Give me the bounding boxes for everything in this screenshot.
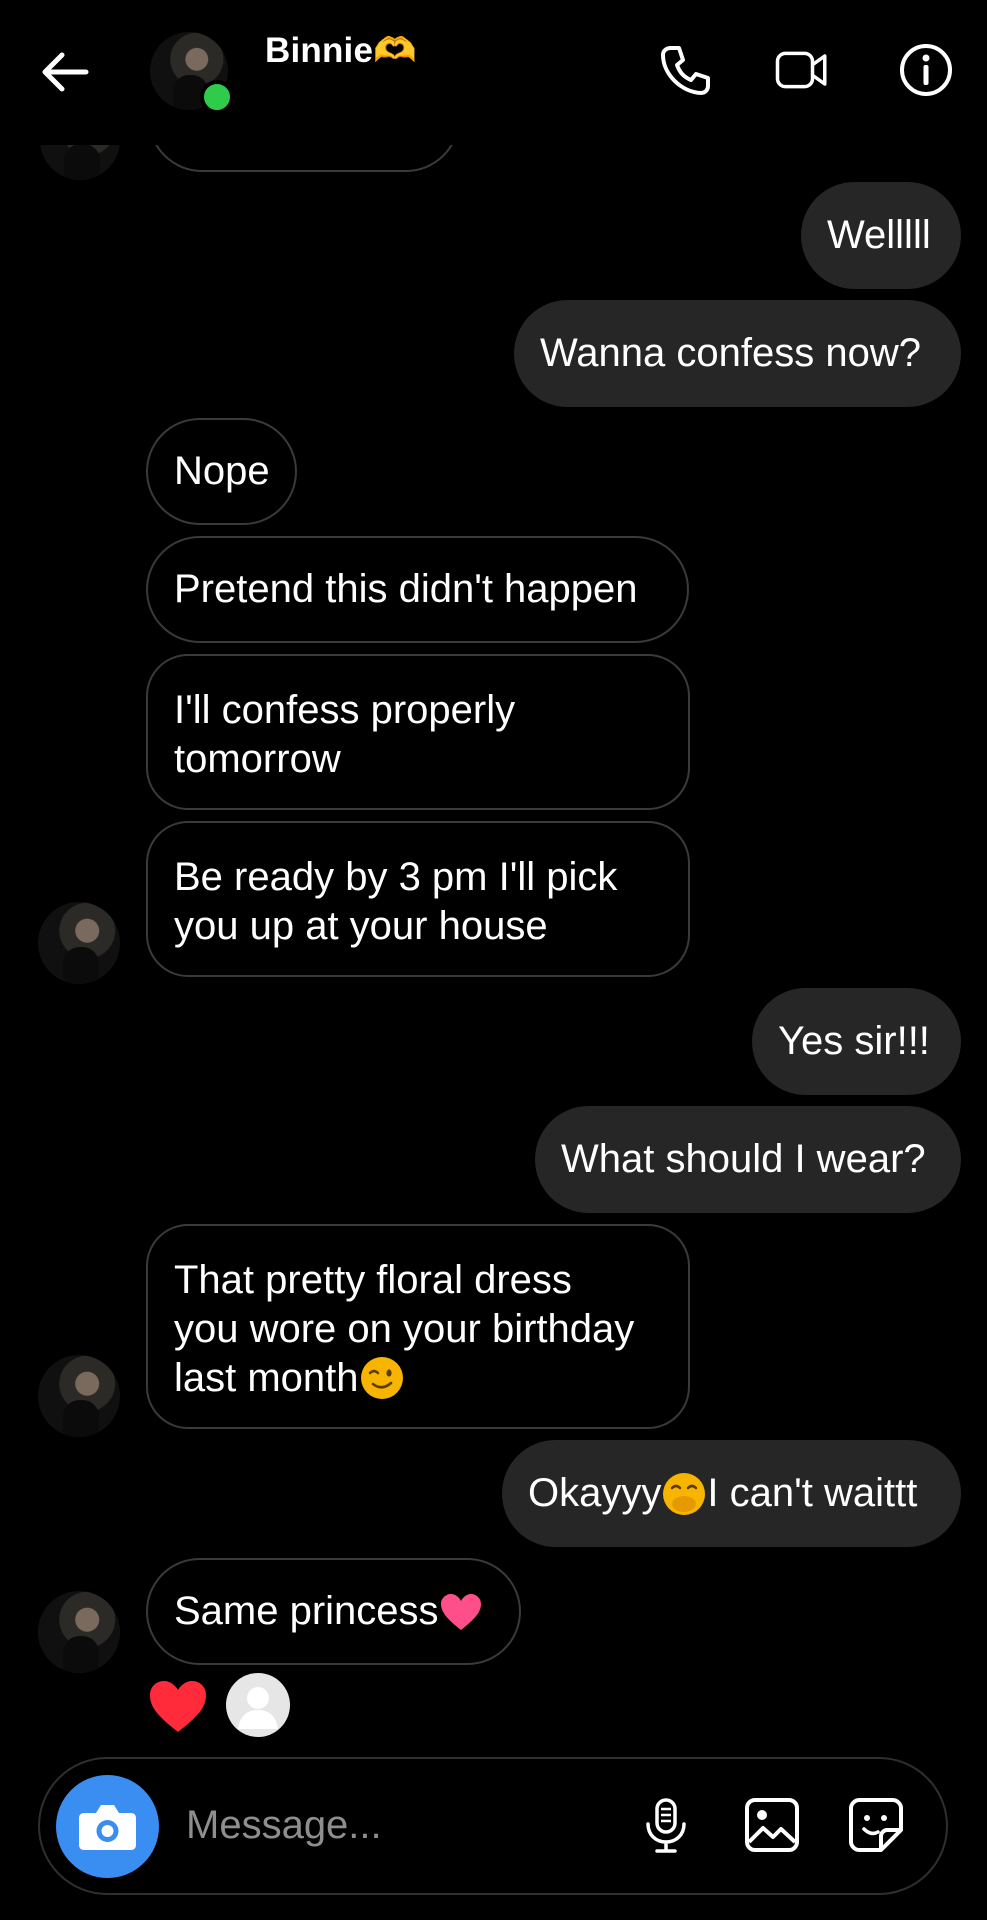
message-text: Yes sir!!! (778, 1019, 930, 1063)
message-text-line: I'll confess properly (174, 688, 516, 732)
message-text-line: you up at your house (174, 904, 548, 948)
heart-reaction-icon[interactable] (147, 1678, 209, 1734)
message-bubble-outgoing[interactable]: Okayyy I can't waittt (502, 1440, 961, 1547)
contact-avatar[interactable] (38, 1591, 120, 1673)
message-bubble-outgoing[interactable]: What should I wear? (535, 1106, 961, 1213)
camera-button[interactable] (56, 1775, 159, 1878)
contact-avatar[interactable] (38, 902, 120, 984)
message-bubble-incoming[interactable]: Be ready by 3 pm I'll pick you up at you… (146, 821, 690, 977)
message-text: Okayyy (528, 1471, 662, 1515)
message-bubble-incoming[interactable]: Same princess (146, 1558, 521, 1665)
message-bubble-incoming[interactable]: That pretty floral dress you wore on you… (146, 1224, 690, 1429)
message-bubble-outgoing[interactable]: Wanna confess now? (514, 300, 961, 407)
message-bubble-outgoing[interactable]: Welllll (801, 182, 961, 289)
back-arrow-icon[interactable] (38, 46, 90, 98)
message-text-line: tomorrow (174, 737, 341, 781)
gallery-icon[interactable] (743, 1796, 801, 1854)
message-text-line: you wore on your birthday (174, 1307, 635, 1351)
contact-name[interactable]: Binnie🫶 (265, 30, 417, 71)
microphone-icon[interactable] (637, 1796, 695, 1854)
message-text-line: That pretty floral dress (174, 1258, 572, 1302)
message-text-line: last month (174, 1356, 359, 1400)
message-bubble-incoming[interactable]: I'll confess properly tomorrow (146, 654, 690, 810)
info-icon[interactable] (898, 42, 954, 98)
message-text-line: Be ready by 3 pm I'll pick (174, 855, 618, 899)
message-composer (38, 1757, 948, 1895)
video-call-icon[interactable] (774, 42, 830, 98)
reactor-avatar[interactable] (226, 1673, 290, 1737)
message-text: What should I wear? (561, 1137, 926, 1181)
message-bubble-incoming[interactable]: Pretend this didn't happen (146, 536, 689, 643)
message-text: Wanna confess now? (540, 331, 921, 375)
phone-icon[interactable] (657, 42, 713, 98)
online-status-dot (200, 80, 234, 114)
message-text: Nope (174, 449, 270, 493)
message-text: I can't waittt (707, 1471, 918, 1515)
contact-avatar[interactable] (38, 1355, 120, 1437)
face-with-hand-over-mouth-emoji (663, 1472, 706, 1515)
sticker-icon[interactable] (847, 1796, 905, 1854)
message-bubble-incoming[interactable]: Nope (146, 418, 297, 525)
camera-icon (79, 1805, 136, 1850)
message-text: Pretend this didn't happen (174, 567, 638, 611)
message-input[interactable]: Message... (186, 1803, 382, 1848)
message-text: Same princess (174, 1589, 439, 1633)
message-text: Welllll (827, 213, 931, 257)
wink-emoji (360, 1357, 403, 1399)
message-bubble-outgoing[interactable]: Yes sir!!! (752, 988, 961, 1095)
pink-heart-emoji (440, 1593, 481, 1630)
